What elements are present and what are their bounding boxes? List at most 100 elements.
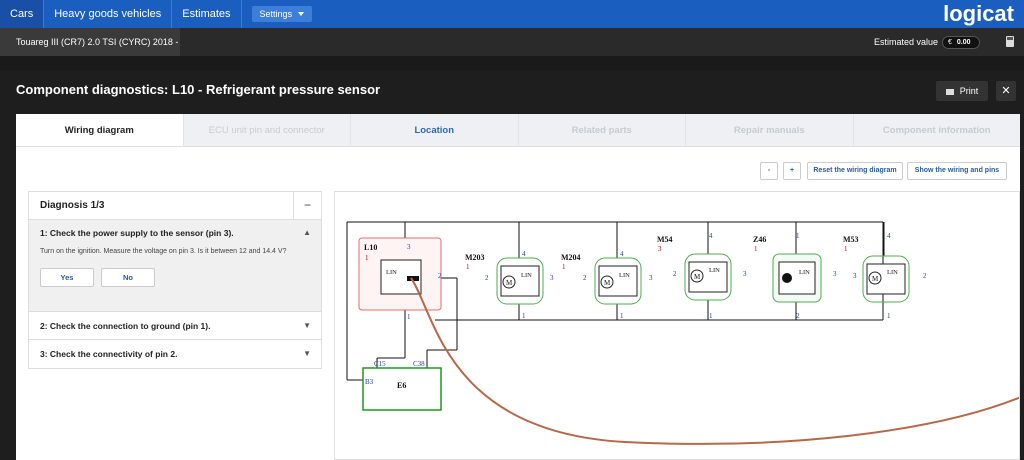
vehicle-bar: Touareg III (CR7) 2.0 TSI (CYRC) 2018 - … (0, 28, 1024, 75)
m204-pin-4: 4 (620, 250, 624, 258)
currency-symbol: € (948, 39, 952, 46)
step-1-instruction: Turn on the ignition. Measure the voltag… (40, 248, 287, 255)
m53-connector-number: 1 (844, 245, 848, 253)
step-2-title: 2: Check the connection to ground (pin 1… (40, 321, 211, 331)
l10-component-label: L10 (364, 243, 377, 252)
l10-pin-2: 2 (438, 272, 442, 280)
m203-pin-4: 4 (522, 250, 526, 258)
m203-component-label: M203 (465, 253, 485, 262)
diagnosis-panel: Diagnosis 1/3 − 1: Check the power suppl… (28, 191, 322, 369)
print-label: Print (959, 86, 979, 96)
tab-location[interactable]: Location (350, 114, 518, 146)
zoom-out-button[interactable]: - (760, 162, 778, 180)
zoom-in-button[interactable]: + (783, 162, 801, 180)
diagnosis-step-1: 1: Check the power supply to the sensor … (29, 220, 321, 312)
m54-connector-number: 3 (658, 245, 662, 253)
tab-ecu-unit-pin-connector[interactable]: ECU unit pin and connector (182, 114, 350, 146)
m204-component-label: M204 (561, 253, 581, 262)
z46-component-label: Z46 (753, 235, 766, 244)
tab-repair-manuals[interactable]: Repair manuals (685, 114, 853, 146)
m53-pin-2: 2 (923, 272, 927, 280)
z46-pin-3: 3 (833, 270, 837, 278)
m53-pin-4: 4 (887, 232, 891, 240)
close-button[interactable]: ✕ (996, 81, 1016, 101)
printer-icon (945, 88, 954, 95)
lin-label: LIN (709, 267, 720, 274)
content-panel: Wiring diagram ECU unit pin and connecto… (16, 114, 1020, 460)
e6-pin-b3: B3 (365, 378, 374, 386)
m54-pin-4: 4 (709, 232, 713, 240)
step-1-title[interactable]: 1: Check the power supply to the sensor … (40, 228, 234, 238)
tab-wiring-diagram[interactable]: Wiring diagram (16, 114, 183, 146)
tab-related-parts[interactable]: Related parts (517, 114, 685, 146)
z46-connector-number: 1 (754, 245, 758, 253)
component-diagnostics-modal: Component diagnostics: L10 - Refrigerant… (0, 70, 1024, 460)
settings-label: Settings (259, 9, 293, 19)
modal-title: Component diagnostics: L10 - Refrigerant… (16, 82, 381, 97)
no-button[interactable]: No (101, 268, 155, 287)
motor-label: M (604, 279, 611, 287)
e6-component-label: E6 (397, 381, 406, 390)
m53-pin-3: 3 (853, 272, 857, 280)
calculator-icon[interactable] (1006, 36, 1014, 47)
m203-connector-number: 1 (466, 263, 470, 271)
chevron-down-icon (298, 12, 305, 16)
show-wiring-pins-button[interactable]: Show the wiring and pins (907, 162, 1007, 180)
estimated-value-badge[interactable]: €0.00 (942, 36, 980, 49)
motor-label: M (872, 275, 879, 283)
motor-label: M (694, 273, 701, 281)
m54-pin-3: 3 (743, 270, 747, 278)
print-button[interactable]: Print (936, 81, 988, 101)
nav-cars[interactable]: Cars (0, 0, 44, 28)
motor-label: M (506, 279, 513, 287)
m54-pin-1: 1 (709, 312, 713, 320)
droplet-icon (782, 273, 792, 283)
nav-separator (240, 0, 242, 28)
chevron-up-icon[interactable]: ▲ (303, 228, 311, 237)
chevron-down-icon: ▼ (303, 321, 311, 330)
wiring-diagram[interactable]: L10 1 LIN 3 2 1 M LIN M203 1 4 2 3 1 M L… (335, 192, 1020, 460)
lin-label: LIN (619, 272, 630, 279)
m204-pin-3: 3 (649, 274, 653, 282)
m204-pin-2: 2 (583, 274, 587, 282)
wiring-diagram-canvas[interactable]: L10 1 LIN 3 2 1 M LIN M203 1 4 2 3 1 M L… (334, 191, 1020, 460)
tab-component-information[interactable]: Component information (852, 114, 1020, 146)
logicat-logo[interactable]: logicat (943, 1, 1014, 27)
tab-bar: Wiring diagram ECU unit pin and connecto… (16, 114, 1020, 147)
lin-label: LIN (521, 272, 532, 279)
m53-pin-1: 1 (887, 312, 891, 320)
m204-connector-number: 1 (562, 263, 566, 271)
yes-button[interactable]: Yes (40, 268, 94, 287)
top-navigation: Cars Heavy goods vehicles Estimates Sett… (0, 0, 1024, 28)
lin-label: LIN (386, 269, 397, 276)
l10-connector-number: 1 (365, 254, 369, 262)
diagnosis-title: Diagnosis 1/3 (40, 200, 105, 211)
estimated-value-amount: 0.00 (956, 39, 971, 46)
m203-pin-1: 1 (522, 312, 526, 320)
vehicle-tab[interactable]: Touareg III (CR7) 2.0 TSI (CYRC) 2018 - … (0, 28, 180, 75)
estimated-value-label: Estimated value (873, 37, 938, 47)
chevron-down-icon: ▼ (303, 349, 311, 358)
m54-pin-2: 2 (673, 270, 677, 278)
nav-heavy-goods-vehicles[interactable]: Heavy goods vehicles (44, 0, 171, 28)
diagnosis-step-3[interactable]: 3: Check the connectivity of pin 2. ▼ (29, 340, 321, 368)
z46-pin-1: 1 (796, 232, 800, 240)
nav-estimates[interactable]: Estimates (172, 0, 240, 28)
step-3-title: 3: Check the connectivity of pin 2. (40, 349, 178, 359)
z46-pin-2: 2 (796, 312, 800, 320)
reset-wiring-diagram-button[interactable]: Reset the wiring diagram (807, 162, 903, 180)
m53-component-label: M53 (843, 235, 859, 244)
m204-pin-1: 1 (620, 312, 624, 320)
l10-pin-3: 3 (407, 243, 411, 251)
collapse-button[interactable]: − (293, 192, 321, 220)
m203-pin-2: 2 (485, 274, 489, 282)
m203-pin-3: 3 (550, 274, 554, 282)
lin-label: LIN (887, 269, 898, 276)
lin-label: LIN (799, 269, 810, 276)
m54-component-label: M54 (657, 235, 673, 244)
e6-pin-c15: C15 (374, 360, 386, 368)
diagnosis-step-2[interactable]: 2: Check the connection to ground (pin 1… (29, 312, 321, 340)
settings-dropdown[interactable]: Settings (251, 6, 313, 22)
diagnosis-header: Diagnosis 1/3 − (29, 192, 321, 220)
e6-pin-c38: C38 (413, 360, 425, 368)
